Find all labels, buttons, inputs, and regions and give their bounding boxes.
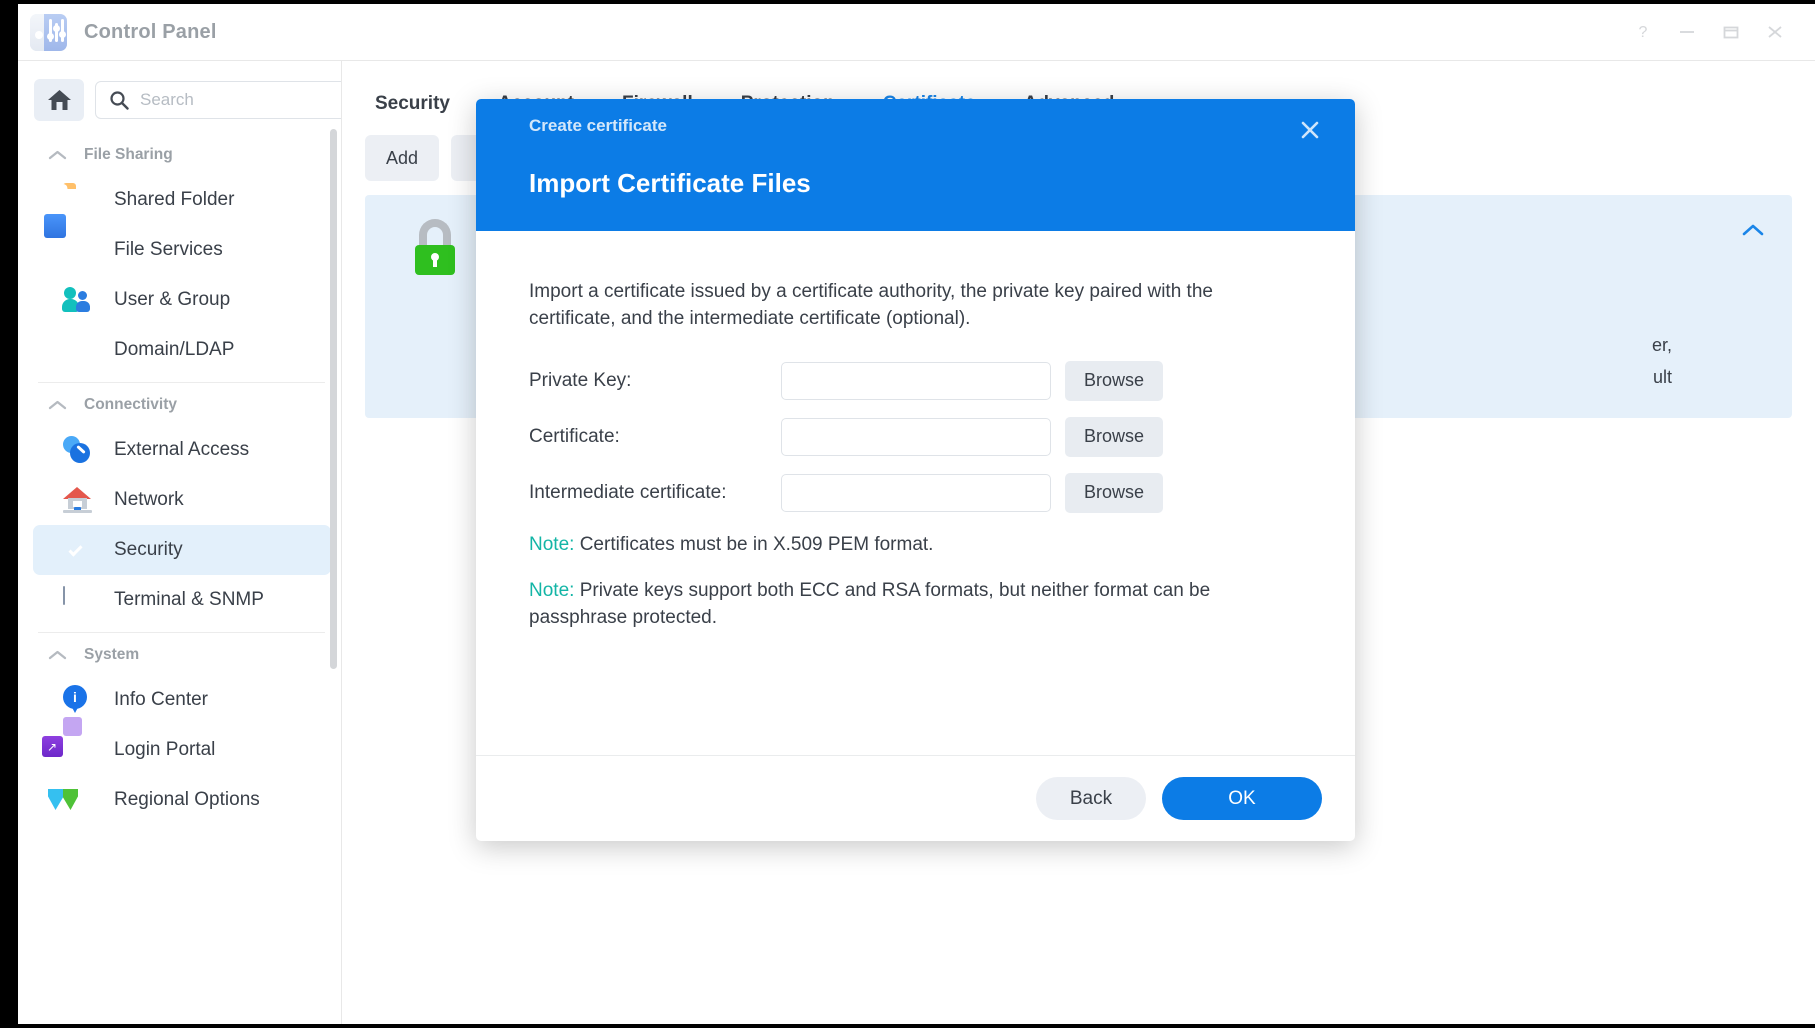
file-services-icon: ⇄: [63, 235, 93, 265]
dialog-breadcrumb: Create certificate: [529, 116, 1325, 136]
certificate-right-fragment-1: er,: [1652, 335, 1672, 356]
form-row-intermediate-certificate: Intermediate certificate: Browse: [529, 473, 1303, 513]
note-label: Note:: [529, 534, 574, 555]
network-icon: [63, 485, 93, 515]
external-access-icon: [63, 435, 93, 465]
sidebar-group-label: File Sharing: [84, 146, 173, 164]
user-group-icon: [63, 285, 93, 315]
sidebar-item-label: User & Group: [114, 289, 230, 311]
window-controls: ?: [1621, 10, 1815, 54]
search-input[interactable]: [140, 90, 342, 110]
sidebar-item-label: Login Portal: [114, 739, 215, 761]
sidebar-item-shared-folder[interactable]: Shared Folder: [33, 175, 331, 225]
sidebar-item-label: External Access: [114, 439, 249, 461]
sidebar-item-terminal-snmp[interactable]: >_ Terminal & SNMP: [33, 575, 331, 625]
sidebar-item-security[interactable]: Security: [33, 525, 331, 575]
sidebar-item-user-group[interactable]: User & Group: [33, 275, 331, 325]
note-label: Note:: [529, 580, 574, 601]
minimize-button[interactable]: [1665, 10, 1709, 54]
sidebar-group-label: System: [84, 646, 139, 664]
tab-security[interactable]: Security: [375, 93, 450, 115]
search-icon: [109, 90, 129, 110]
ok-button[interactable]: OK: [1162, 777, 1322, 820]
intermediate-certificate-browse-button[interactable]: Browse: [1065, 473, 1163, 513]
intermediate-certificate-input[interactable]: [781, 474, 1051, 512]
sidebar-item-label: Domain/LDAP: [114, 339, 234, 361]
sidebar-item-label: File Services: [114, 239, 223, 261]
dialog-body: Import a certificate issued by a certifi…: [476, 231, 1355, 755]
form-row-private-key: Private Key: Browse: [529, 361, 1303, 401]
sidebar-item-regional-options[interactable]: Regional Options: [33, 775, 331, 825]
sidebar-item-label: Security: [114, 539, 183, 561]
note-text: Private keys support both ECC and RSA fo…: [529, 580, 1210, 628]
private-key-input[interactable]: [781, 362, 1051, 400]
intermediate-certificate-label: Intermediate certificate:: [529, 482, 781, 504]
help-button[interactable]: ?: [1621, 10, 1665, 54]
chevron-up-icon: [48, 399, 67, 411]
dialog-footer: Back OK: [476, 755, 1355, 841]
sidebar-group-label: Connectivity: [84, 396, 177, 414]
dialog-header: Create certificate Import Certificate Fi…: [476, 99, 1355, 231]
certificate-label: Certificate:: [529, 426, 781, 448]
info-center-icon: i: [63, 685, 93, 715]
sidebar-header: [18, 61, 341, 133]
sidebar-item-external-access[interactable]: External Access: [33, 425, 331, 475]
search-box[interactable]: [95, 81, 342, 119]
security-shield-icon: [63, 535, 93, 565]
terminal-icon: >_: [63, 585, 93, 615]
private-key-label: Private Key:: [529, 370, 781, 392]
sidebar-item-file-services[interactable]: ⇄ File Services: [33, 225, 331, 275]
dialog-title: Import Certificate Files: [529, 168, 1325, 199]
control-panel-icon: [30, 14, 67, 51]
chevron-up-icon: [1742, 223, 1764, 237]
domain-ldap-icon: [63, 335, 93, 365]
close-button[interactable]: [1753, 10, 1797, 54]
regional-options-icon: [63, 785, 93, 815]
sidebar-item-label: Info Center: [114, 689, 208, 711]
sidebar-group-file-sharing[interactable]: File Sharing: [18, 133, 341, 175]
sidebar-group-system[interactable]: System: [18, 633, 341, 675]
certificate-collapse-button[interactable]: [1742, 223, 1764, 242]
note-format: Note: Certificates must be in X.509 PEM …: [529, 532, 1289, 559]
sidebar-scrollbar[interactable]: [330, 129, 337, 669]
sidebar-item-domain-ldap[interactable]: Domain/LDAP: [33, 325, 331, 375]
add-button[interactable]: Add: [365, 135, 439, 181]
note-text: Certificates must be in X.509 PEM format…: [574, 534, 933, 555]
lock-icon: [409, 219, 461, 275]
certificate-right-fragment-2: ult: [1653, 367, 1672, 388]
certificate-browse-button[interactable]: Browse: [1065, 417, 1163, 457]
window-title: Control Panel: [84, 21, 217, 44]
form-row-certificate: Certificate: Browse: [529, 417, 1303, 457]
note-private-key: Note: Private keys support both ECC and …: [529, 578, 1289, 632]
sidebar-item-login-portal[interactable]: ↗ Login Portal: [33, 725, 331, 775]
sidebar: File Sharing Shared Folder ⇄ File Servic…: [18, 61, 342, 1024]
close-icon[interactable]: [1293, 113, 1327, 147]
sidebar-item-label: Network: [114, 489, 184, 511]
sidebar-item-label: Regional Options: [114, 789, 260, 811]
chevron-up-icon: [48, 649, 67, 661]
control-panel-window: Control Panel ?: [18, 4, 1815, 1024]
private-key-browse-button[interactable]: Browse: [1065, 361, 1163, 401]
sidebar-item-network[interactable]: Network: [33, 475, 331, 525]
chevron-up-icon: [48, 149, 67, 161]
sidebar-item-label: Shared Folder: [114, 189, 234, 211]
dialog-description: Import a certificate issued by a certifi…: [529, 279, 1301, 333]
home-button[interactable]: [34, 79, 84, 121]
back-button[interactable]: Back: [1036, 777, 1146, 820]
import-certificate-dialog: Create certificate Import Certificate Fi…: [476, 99, 1355, 841]
login-portal-icon: ↗: [63, 735, 93, 765]
sidebar-group-connectivity[interactable]: Connectivity: [18, 383, 341, 425]
sidebar-item-label: Terminal & SNMP: [114, 589, 264, 611]
certificate-input[interactable]: [781, 418, 1051, 456]
svg-text:?: ?: [1639, 24, 1648, 41]
shared-folder-icon: [63, 185, 93, 215]
import-form: Private Key: Browse Certificate: Browse …: [529, 361, 1303, 513]
title-bar: Control Panel ?: [18, 4, 1815, 61]
maximize-button[interactable]: [1709, 10, 1753, 54]
